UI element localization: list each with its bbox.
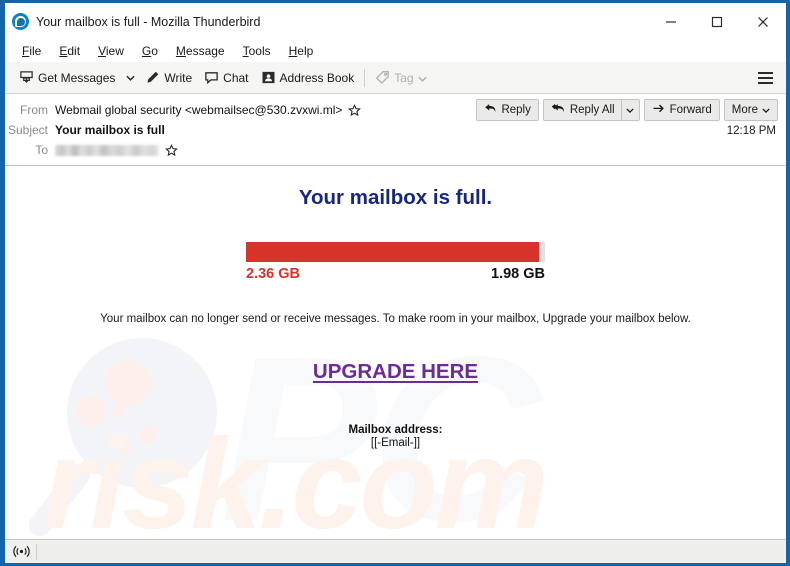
menu-go[interactable]: Go xyxy=(133,40,167,62)
main-toolbar: Get Messages Write Chat Address Book Tag xyxy=(5,62,786,94)
tag-label: Tag xyxy=(394,70,414,85)
contact-card-icon xyxy=(261,70,276,85)
toolbar-divider xyxy=(364,68,366,87)
close-button[interactable] xyxy=(740,3,786,40)
status-bar xyxy=(5,539,786,563)
reply-all-dropdown[interactable] xyxy=(622,100,639,120)
thunderbird-icon xyxy=(12,13,29,30)
status-text xyxy=(37,542,783,561)
broadcast-online-icon[interactable] xyxy=(8,543,34,561)
gauge-track xyxy=(246,242,545,262)
more-button[interactable]: More xyxy=(723,99,778,121)
reply-all-arrow-icon xyxy=(551,103,566,117)
forward-arrow-icon xyxy=(652,103,666,117)
forward-label: Forward xyxy=(669,104,712,116)
menu-view[interactable]: View xyxy=(89,40,133,62)
from-value-group: Webmail global security <webmailsec@530.… xyxy=(55,103,362,117)
hamburger-line xyxy=(757,77,773,79)
write-button[interactable]: Write xyxy=(139,65,198,91)
cta-wrapper: UPGRADE HERE xyxy=(5,360,786,384)
message-actions: Reply Reply All Forward More xyxy=(476,99,778,121)
menu-tools[interactable]: Tools xyxy=(234,40,280,62)
star-outline-icon[interactable] xyxy=(348,103,362,117)
more-label: More xyxy=(731,104,758,116)
menu-help[interactable]: Help xyxy=(280,40,323,62)
chat-label: Chat xyxy=(223,70,249,85)
subject-label: Subject xyxy=(7,123,48,137)
chevron-down-icon xyxy=(762,104,770,116)
chevron-down-icon xyxy=(417,71,427,85)
email-paragraph: Your mailbox can no longer send or recei… xyxy=(100,313,691,325)
write-label: Write xyxy=(164,70,193,85)
get-messages-label: Get Messages xyxy=(38,70,116,85)
reply-label: Reply xyxy=(501,104,531,116)
title-bar: Your mailbox is full - Mozilla Thunderbi… xyxy=(5,3,786,40)
address-book-button[interactable]: Address Book xyxy=(255,65,361,91)
reply-arrow-icon xyxy=(484,103,497,117)
message-timestamp: 12:18 PM xyxy=(726,125,776,137)
to-row: To xyxy=(5,140,786,160)
hamburger-line xyxy=(757,82,773,84)
pencil-icon xyxy=(145,70,160,85)
menu-edit[interactable]: Edit xyxy=(50,40,89,62)
gauge-used-label: 2.36 GB xyxy=(246,266,300,282)
chevron-down-icon xyxy=(126,75,135,81)
gauge-labels: 2.36 GB 1.98 GB xyxy=(246,266,545,282)
reply-all-split-button: Reply All xyxy=(542,99,640,121)
chat-button[interactable]: Chat xyxy=(198,65,254,91)
to-value-group xyxy=(55,143,178,157)
email-heading: Your mailbox is full. xyxy=(298,186,493,209)
tag-button[interactable]: Tag xyxy=(369,65,432,91)
upgrade-here-link[interactable]: UPGRADE HERE xyxy=(313,360,478,384)
reply-all-button[interactable]: Reply All xyxy=(544,100,621,120)
window-title: Your mailbox is full - Mozilla Thunderbi… xyxy=(36,14,261,29)
menu-message[interactable]: Message xyxy=(167,40,234,62)
from-label: From xyxy=(20,103,48,117)
subject-row: Subject Your mailbox is full xyxy=(5,120,786,140)
hamburger-line xyxy=(757,72,773,74)
window-controls xyxy=(648,3,786,40)
tag-icon xyxy=(375,70,390,85)
gauge-total-label: 1.98 GB xyxy=(491,266,545,282)
to-value-redacted xyxy=(55,144,159,156)
star-outline-icon[interactable] xyxy=(165,143,178,157)
window-inner: Your mailbox is full - Mozilla Thunderbi… xyxy=(5,3,786,563)
chevron-down-icon xyxy=(626,107,634,113)
forward-button[interactable]: Forward xyxy=(643,99,720,121)
menu-file[interactable]: File xyxy=(13,40,50,62)
app-menu-button[interactable] xyxy=(752,66,778,90)
minimize-button[interactable] xyxy=(648,3,694,40)
inbox-download-icon xyxy=(19,70,34,85)
email-content: Your mailbox is full. 2.36 GB 1.98 GB Yo… xyxy=(5,166,786,449)
message-body: PC risk.com Your mailbox is full. 2.36 G… xyxy=(5,166,786,539)
mailbox-address-value: [[-Email-]] xyxy=(370,437,421,449)
menu-bar: File Edit View Go Message Tools Help xyxy=(5,40,786,62)
thunderbird-window: Your mailbox is full - Mozilla Thunderbi… xyxy=(0,0,790,566)
to-label: To xyxy=(35,143,48,157)
maximize-button[interactable] xyxy=(694,3,740,40)
mailbox-address-block: Mailbox address: [[-Email-]] xyxy=(5,424,786,449)
get-messages-button[interactable]: Get Messages xyxy=(13,65,121,91)
address-book-label: Address Book xyxy=(279,70,355,85)
message-header: From Webmail global security <webmailsec… xyxy=(5,94,786,166)
magnifying-glass-handle-icon xyxy=(24,459,95,539)
reply-button[interactable]: Reply xyxy=(476,99,539,121)
mailbox-address-label: Mailbox address: xyxy=(348,424,443,436)
gauge-fill xyxy=(246,242,540,262)
reply-all-label: Reply All xyxy=(569,104,615,116)
from-value: Webmail global security <webmailsec@530.… xyxy=(55,103,343,117)
storage-gauge: 2.36 GB 1.98 GB xyxy=(246,242,545,282)
get-messages-dropdown[interactable] xyxy=(121,66,139,90)
subject-value: Your mailbox is full xyxy=(55,123,165,137)
speech-bubble-icon xyxy=(204,70,219,85)
